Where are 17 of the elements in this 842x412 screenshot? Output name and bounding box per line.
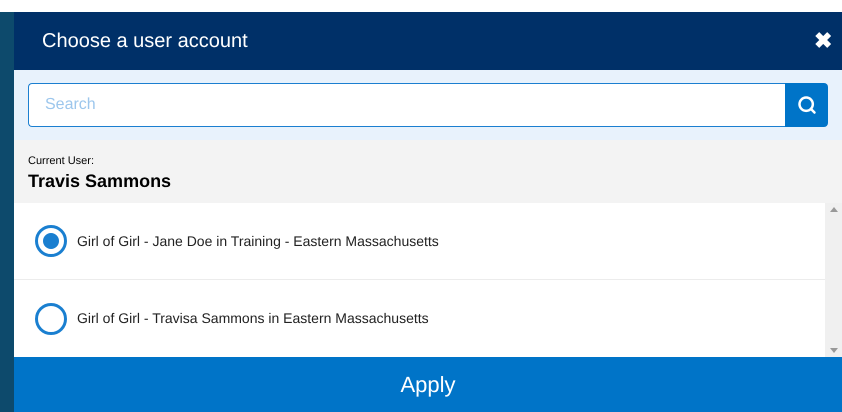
scroll-down-icon[interactable] [830, 348, 838, 353]
apply-button[interactable]: Apply [14, 357, 842, 412]
radio-button[interactable] [35, 302, 67, 334]
search-button[interactable] [785, 83, 828, 127]
current-user-label: Current User: [28, 154, 94, 169]
scrollbar[interactable] [825, 203, 842, 357]
search-icon [796, 95, 816, 115]
account-option[interactable]: Girl of Girl - Travisa Sammons in Eastern Massachusetts [14, 280, 825, 357]
radio-button[interactable] [35, 225, 67, 257]
account-label: Girl of Girl - Jane Doe in Training - Eastern Massachusetts [77, 232, 439, 251]
scroll-up-icon[interactable] [830, 207, 838, 212]
account-option[interactable]: Girl of Girl - Jane Doe in Training - Eastern Massachusetts [14, 203, 825, 280]
search-field[interactable]: Search [28, 83, 785, 127]
current-user-name: Travis Sammons [28, 170, 172, 192]
account-label: Girl of Girl - Travisa Sammons in Eastern Massachusetts [77, 309, 429, 328]
dialog-title: Choose a user account [42, 29, 248, 54]
close-button[interactable]: ✖ [814, 30, 832, 52]
